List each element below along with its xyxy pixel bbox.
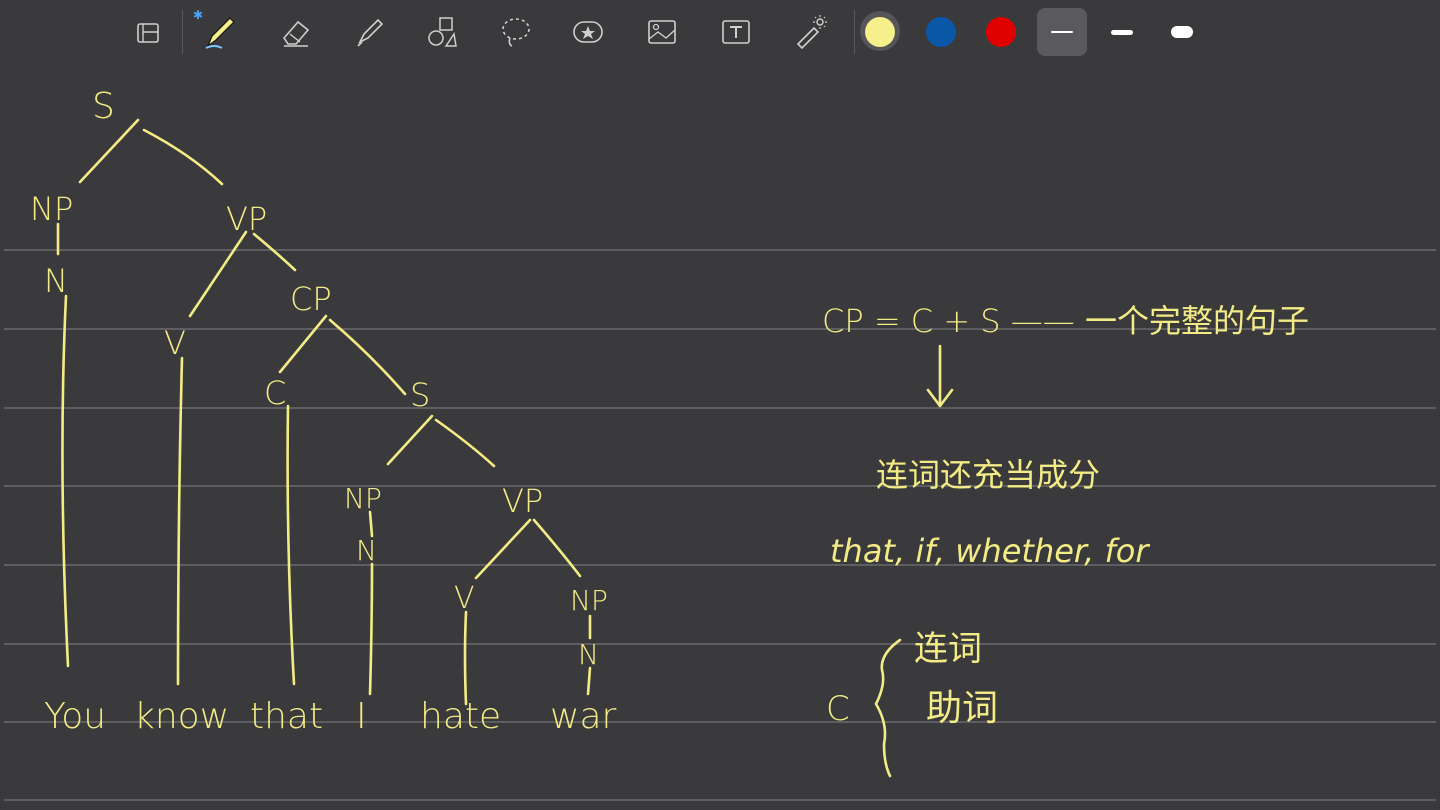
toolbar-divider (854, 10, 855, 54)
bluetooth-icon: ✱ (193, 8, 204, 22)
word-you: You (44, 696, 106, 737)
color-blue[interactable] (926, 17, 956, 47)
stroke-width-medium[interactable] (1097, 8, 1147, 56)
shapes-icon[interactable] (418, 8, 466, 56)
node-np-3: NP (570, 584, 608, 617)
node-np-1: NP (30, 190, 73, 228)
c-item-auxiliary: 助词 (926, 688, 998, 729)
stroke-width-thick[interactable] (1157, 8, 1207, 56)
word-war: war (550, 696, 617, 737)
word-that: that (250, 696, 323, 737)
node-np-2: NP (344, 482, 382, 515)
node-v-2: V (454, 581, 475, 616)
word-hate: hate (420, 696, 501, 737)
eraser-icon[interactable] (272, 8, 320, 56)
conjunction-note: 连词还充当成分 (876, 456, 1100, 494)
node-c: C (264, 374, 286, 412)
node-n-1: N (44, 262, 68, 300)
page-layout-icon[interactable] (124, 8, 172, 56)
toolbar: ✱ (0, 0, 1440, 65)
lasso-icon[interactable] (492, 8, 540, 56)
word-know: know (134, 696, 229, 737)
node-cp: CP (290, 280, 332, 318)
sticker-icon[interactable] (564, 8, 612, 56)
node-vp-1: VP (226, 200, 267, 238)
text-box-icon[interactable] (712, 8, 760, 56)
stroke-width-thin[interactable] (1037, 8, 1087, 56)
note-canvas[interactable]: S NP N VP V CP C S NP N VP V NP N You kn… (0, 64, 1440, 810)
node-n-2: N (356, 534, 377, 567)
word-i: I (356, 696, 367, 737)
node-v-1: V (164, 324, 186, 362)
laser-pointer-icon[interactable] (786, 8, 834, 56)
c-label: C (826, 689, 850, 729)
node-n-3: N (578, 638, 599, 671)
side-notes: CP = C + S —— 一个完整的句子 连词还充当成分 that, if, … (822, 302, 1309, 778)
conjunction-examples: that, if, whether, for (830, 532, 1150, 570)
color-yellow[interactable] (865, 17, 895, 47)
highlighter-icon[interactable] (346, 8, 394, 56)
image-icon[interactable] (638, 8, 686, 56)
node-vp-2: VP (502, 482, 543, 520)
cp-formula: CP = C + S —— 一个完整的句子 (822, 302, 1309, 340)
tree-node-labels: S NP N VP V CP C S NP N VP V NP N (30, 86, 608, 671)
node-s-2: S (410, 376, 430, 414)
color-red[interactable] (986, 17, 1016, 47)
pen-icon[interactable] (196, 8, 244, 56)
node-s-root: S (92, 86, 115, 127)
toolbar-divider (182, 10, 183, 54)
c-item-conjunction: 连词 (914, 629, 982, 669)
handwriting-layer: S NP N VP V CP C S NP N VP V NP N You kn… (4, 86, 1436, 801)
sentence-words: You know that I hate war (44, 696, 617, 737)
tree-branches (56, 118, 592, 640)
